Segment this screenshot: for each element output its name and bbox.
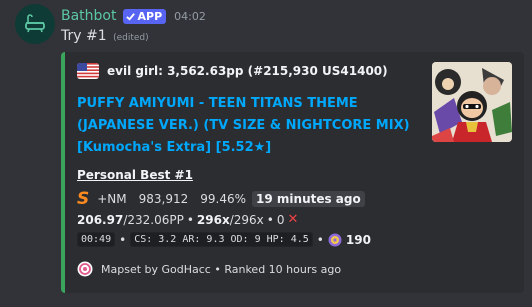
separator: •: [186, 212, 194, 227]
bathtub-icon: [25, 14, 45, 33]
separator: •: [266, 212, 274, 227]
combo: 296x: [196, 212, 230, 227]
separator: •: [316, 232, 324, 247]
message-content: Try #1 (edited): [61, 28, 149, 44]
score: 983,912: [138, 192, 189, 206]
username[interactable]: Bathbot: [61, 8, 117, 24]
rank-s-icon: S: [77, 189, 90, 209]
embed-footer: Mapset by GodHacc • Ranked 10 hours ago: [77, 261, 341, 277]
combo-max: /296x: [229, 212, 264, 227]
app-tag: APP: [122, 8, 167, 24]
embed: evil girl: 3,562.63pp (#215,930 US41400)…: [61, 52, 524, 293]
us-flag-icon: [77, 63, 99, 79]
bpm: 190: [345, 232, 371, 247]
timestamp[interactable]: 04:02: [174, 10, 206, 23]
mods: +NM: [97, 192, 127, 206]
embed-author: evil girl: 3,562.63pp (#215,930 US41400): [77, 63, 388, 79]
app-tag-label: APP: [137, 9, 163, 23]
time-ago[interactable]: 19 minutes ago: [252, 191, 365, 207]
pp-value: 206.97: [77, 212, 124, 227]
length-code: 00:49: [77, 232, 116, 247]
avatar[interactable]: [15, 4, 55, 44]
title-line[interactable]: PUFFY AMIYUMI - TEEN TITANS THEME: [77, 93, 427, 115]
edited-label: (edited): [113, 33, 149, 43]
pp-max: /232.06PP: [123, 212, 184, 227]
accuracy: 99.46%: [200, 192, 247, 206]
misses: 0: [276, 212, 285, 227]
message-header: Bathbot APP 04:02: [61, 6, 206, 26]
title-line[interactable]: [Kumocha's Extra] [5.52★]: [77, 137, 427, 159]
score-line: S +NM 983,912 99.46% 19 minutes ago: [77, 189, 365, 209]
teen-titans-thumbnail: [432, 62, 512, 142]
separator: •: [119, 232, 127, 247]
author-text[interactable]: evil girl: 3,562.63pp (#215,930 US41400): [107, 64, 388, 78]
footer-text: Mapset by GodHacc • Ranked 10 hours ago: [101, 262, 342, 276]
map-stats-line: 00:49 • CS: 3.2 AR: 9.3 OD: 9 HP: 4.5 • …: [77, 232, 371, 247]
thumbnail-image[interactable]: [432, 62, 512, 142]
osu-icon: [77, 261, 93, 277]
title-line[interactable]: (JAPANESE VER.) (TV SIZE & NIGHTCORE MIX…: [77, 115, 427, 137]
pp-line: 206.97/232.06PP • 296x/296x • 0 ✕: [77, 212, 298, 227]
embed-title[interactable]: PUFFY AMIYUMI - TEEN TITANS THEME (JAPAN…: [77, 93, 427, 159]
bpm-icon: [328, 233, 342, 246]
field-name: Personal Best #1: [77, 168, 193, 182]
checkmark-icon: [125, 12, 135, 21]
miss-icon: ✕: [287, 212, 299, 227]
message: Bathbot APP 04:02 Try #1 (edited) evil g…: [0, 0, 532, 307]
stats-code: CS: 3.2 AR: 9.3 OD: 9 HP: 4.5: [130, 232, 313, 247]
message-text: Try #1: [61, 28, 107, 44]
